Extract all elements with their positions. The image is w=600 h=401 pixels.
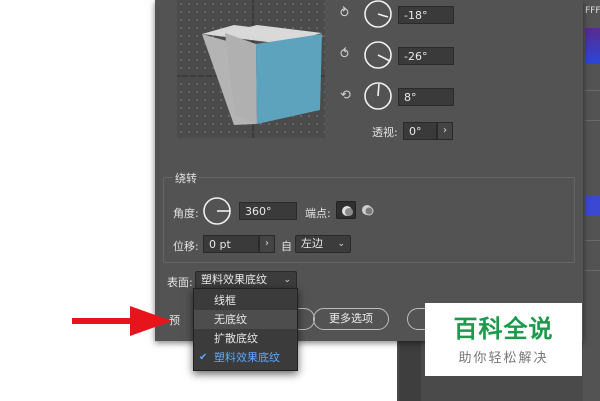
rotation-x-input[interactable]: -18° (398, 6, 454, 24)
angle-knob[interactable] (201, 195, 233, 227)
rotation-z-knob[interactable] (362, 80, 394, 112)
rotation-x-knob[interactable] (362, 0, 394, 30)
cap-on-button[interactable] (336, 201, 356, 219)
rotate-x-axis-icon: ⥁ (340, 6, 349, 21)
checkmark-icon: ✔ (199, 352, 208, 363)
surface-label: 表面: (167, 276, 193, 289)
surface-dropdown-value: 塑料效果底纹 (201, 273, 267, 286)
hidden-button[interactable] (295, 308, 315, 330)
perspective-label: 透视: (372, 126, 398, 139)
angle-input[interactable]: 360° (239, 202, 297, 220)
offset-label: 位移: (173, 240, 199, 253)
hex-color-fragment: FFF (585, 6, 600, 16)
hollow-cap-icon (362, 205, 374, 216)
revolve-section-title: 绕转 (173, 170, 199, 186)
rotation-y-knob[interactable] (362, 40, 394, 70)
chevron-down-icon: ⌄ (337, 239, 345, 249)
from-dropdown[interactable]: 左边 ⌄ (295, 235, 351, 253)
from-dropdown-value: 左边 (301, 237, 323, 250)
surface-option-no-shading[interactable]: 无底纹 (194, 310, 297, 329)
cap-label: 端点: (305, 207, 331, 220)
surface-option-wireframe[interactable]: 线框 (194, 291, 297, 310)
panel-divider (585, 270, 600, 271)
cap-off-button[interactable] (358, 201, 378, 219)
workspace-strip (399, 341, 421, 401)
surface-dropdown-menu: 线框 无底纹 扩散底纹 ✔ 塑料效果底纹 (193, 288, 298, 371)
panel-divider (585, 240, 600, 241)
more-options-button[interactable]: 更多选项 (313, 308, 389, 330)
surface-option-plastic-shading[interactable]: ✔ 塑料效果底纹 (194, 348, 297, 367)
offset-stepper[interactable]: › (259, 235, 275, 253)
angle-label: 角度: (173, 207, 199, 220)
watermark-logo: 百科全说 助你轻松解决 (425, 303, 582, 376)
3d-preview-area[interactable] (177, 0, 325, 138)
perspective-stepper[interactable]: › (437, 122, 453, 140)
color-gradient-swatch[interactable] (585, 28, 600, 64)
panel-divider (585, 120, 600, 121)
panel-divider (585, 90, 600, 91)
cube-preview (177, 0, 325, 138)
watermark-title: 百科全说 (453, 315, 554, 343)
rotate-y-axis-icon: ⥀ (340, 47, 349, 62)
rotate-z-axis-icon: ⟲ (340, 88, 351, 103)
watermark-subtitle: 助你轻松解决 (458, 351, 549, 366)
surface-option-diffuse-shading[interactable]: 扩散底纹 (194, 329, 297, 348)
offset-input[interactable]: 0 pt (203, 235, 259, 253)
perspective-input[interactable]: 0° (403, 122, 437, 140)
from-label: 自 (281, 240, 292, 253)
red-arrow-icon (72, 306, 172, 336)
rotation-y-input[interactable]: -26° (398, 47, 454, 65)
blue-color-swatch[interactable] (585, 196, 600, 216)
solid-cap-icon (342, 206, 353, 216)
surface-dropdown[interactable]: 塑料效果底纹 ⌄ (195, 271, 297, 289)
right-side-panel: FFF (583, 0, 600, 401)
rotation-z-input[interactable]: 8° (398, 88, 454, 106)
chevron-down-icon: ⌄ (283, 275, 291, 285)
